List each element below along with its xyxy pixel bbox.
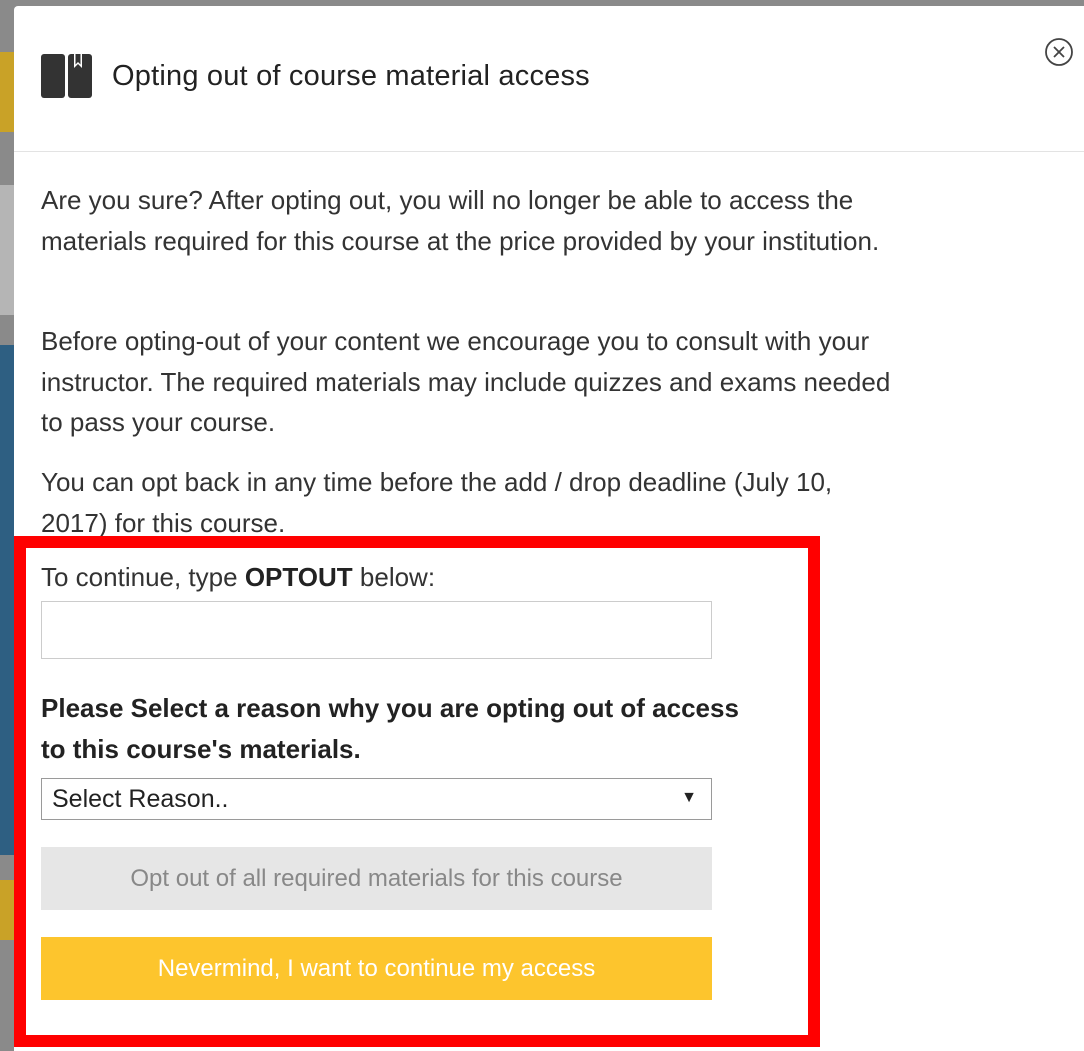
background-strip [0,52,14,132]
optout-button[interactable]: Opt out of all required materials for th… [41,847,712,910]
nevermind-button[interactable]: Nevermind, I want to continue my access [41,937,712,1000]
book-bookmark-icon [41,54,92,98]
confirm-optout-input[interactable] [41,601,712,659]
dropdown-arrow-icon: ▼ [681,789,697,806]
confirm-label: To continue, type OPTOUT below: [41,562,436,592]
confirm-keyword: OPTOUT [244,562,353,592]
background-strip [0,880,14,940]
reason-select-value: Select Reason.. [52,785,229,813]
reason-heading: Please Select a reason why you are optin… [41,693,739,764]
warning-paragraph: Are you sure? After opting out, you will… [41,185,880,256]
deadline-paragraph: You can opt back in any time before the … [41,467,833,538]
close-circle-icon[interactable] [1043,36,1075,68]
reason-select[interactable]: Select Reason.. ▼ [41,778,712,820]
consult-paragraph: Before opting-out of your content we enc… [41,326,891,437]
modal-header: Opting out of course material access [14,6,1084,152]
background-strip [0,345,14,855]
modal-title: Opting out of course material access [112,60,590,92]
background-strip [0,185,14,315]
